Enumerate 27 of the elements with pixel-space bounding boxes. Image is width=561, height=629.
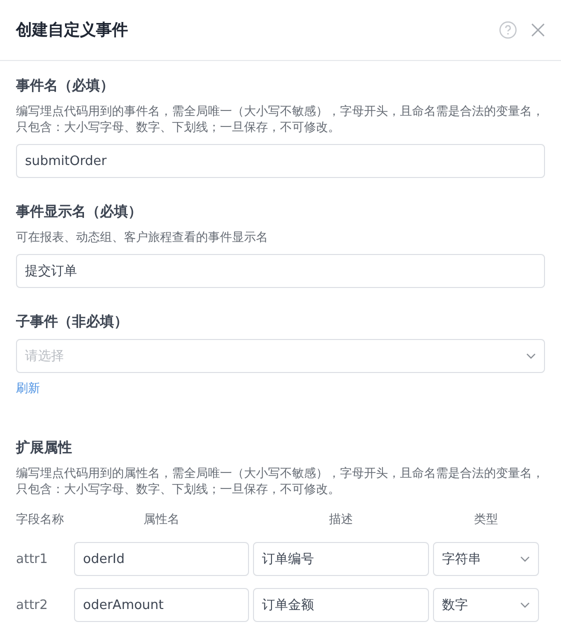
text-field[interactable]: submitOrder	[16, 144, 545, 178]
description-field[interactable]: 订单编号	[253, 542, 429, 576]
column-header: 描述	[328, 511, 354, 528]
field-name: attr2	[16, 598, 49, 612]
field-label: 事件名（必填）	[16, 77, 115, 95]
column-header: 类型	[473, 511, 499, 528]
section-description: 编写埋点代码用到的属性名，需全局唯一（大小写不敏感），字母开头，且命名需是合法的变量名，只包含：大小写字母、数字、下划线；一旦保存，不可修改。	[16, 465, 545, 497]
field-name: attr1	[16, 552, 49, 566]
column-header: 字段名称	[16, 511, 65, 528]
description-field[interactable]: 订单金额	[253, 588, 429, 622]
close-icon[interactable]	[531, 23, 545, 37]
section-title: 扩展属性	[16, 439, 73, 457]
attribute-name-field[interactable]: oderAmount	[74, 588, 249, 622]
field-label: 子事件（非必填）	[16, 313, 129, 331]
type-select[interactable]: 数字	[433, 588, 539, 622]
column-header: 属性名	[142, 511, 180, 528]
attribute-name-field[interactable]: oderId	[74, 542, 249, 576]
chevron-down-icon	[526, 353, 536, 359]
text-field[interactable]: 提交订单	[16, 254, 545, 288]
field-label: 事件显示名（必填）	[16, 203, 143, 221]
chevron-down-icon	[520, 556, 530, 562]
type-select[interactable]: 字符串	[433, 542, 539, 576]
chevron-down-icon	[520, 602, 530, 608]
field-description: 编写埋点代码用到的事件名，需全局唯一（大小写不敏感），字母开头，且命名需是合法的变量名，只包含：大小写字母、数字、下划线；一旦保存，不可修改。	[16, 103, 545, 135]
dialog-title: 创建自定义事件	[16, 20, 128, 40]
field-description: 可在报表、动态组、客户旅程查看的事件显示名	[16, 229, 269, 245]
help-icon[interactable]	[499, 21, 517, 39]
